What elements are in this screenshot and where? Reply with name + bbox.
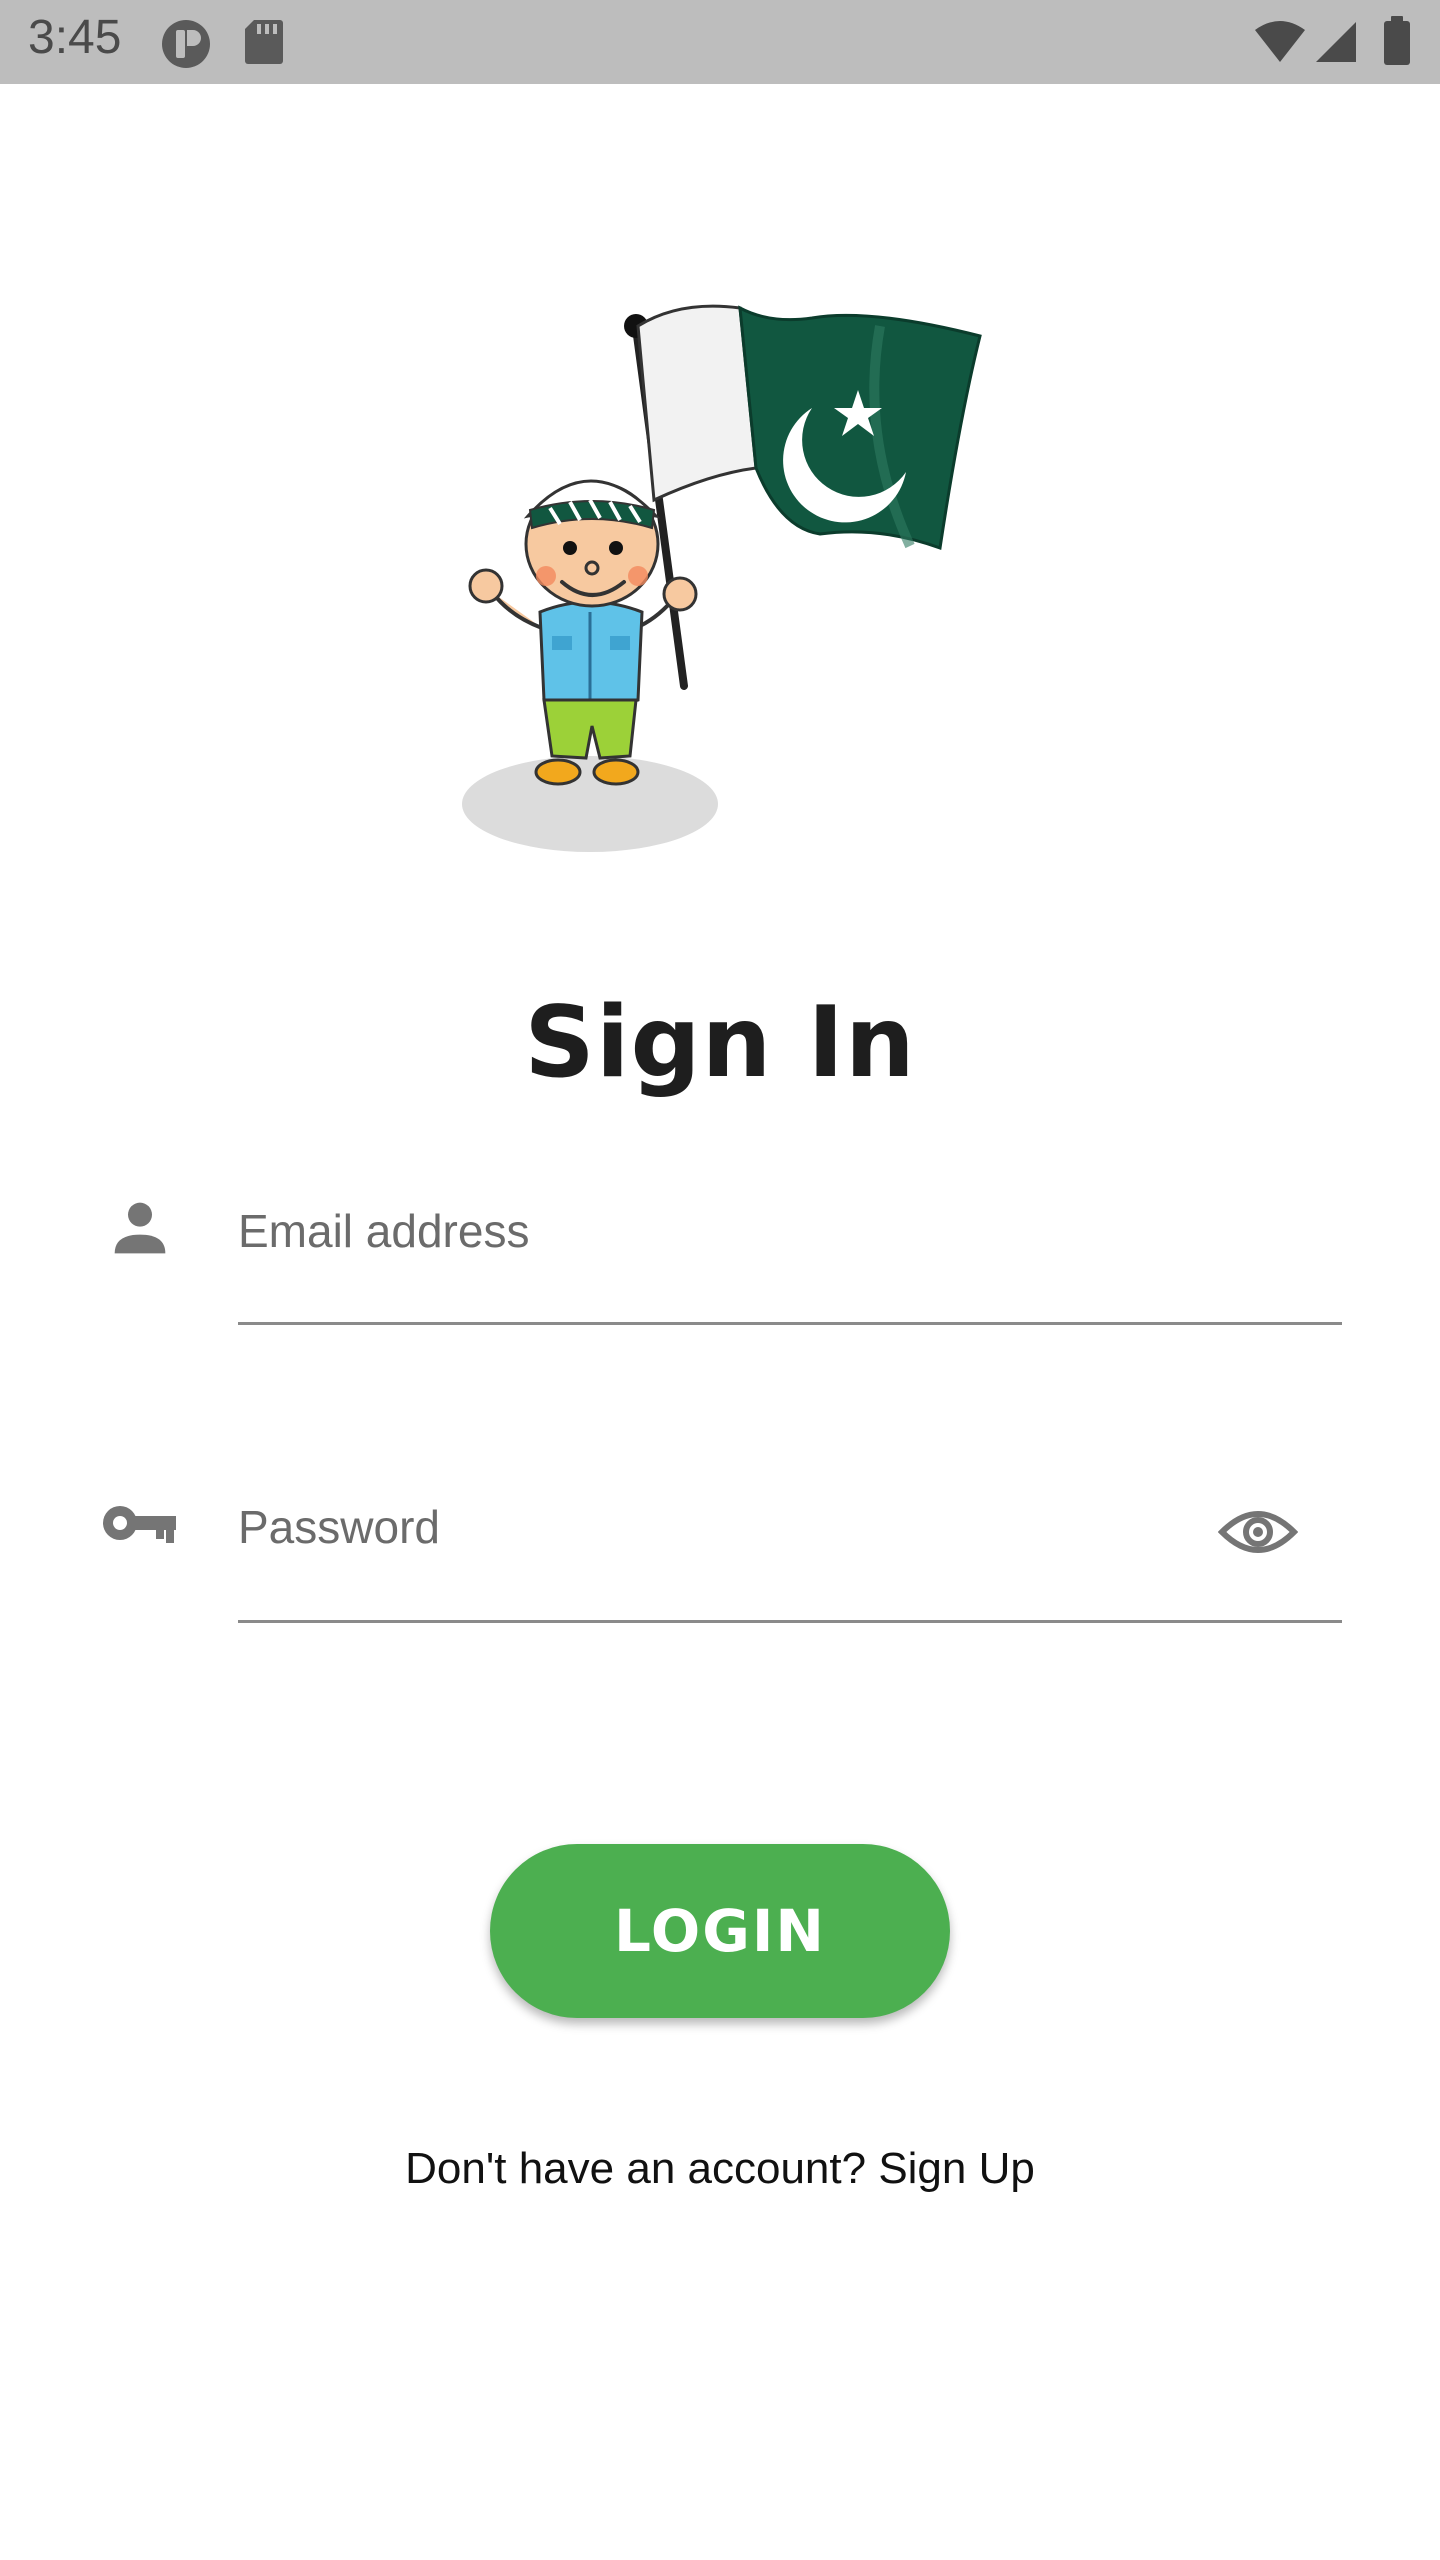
password-underline — [238, 1620, 1342, 1623]
battery-icon — [1384, 16, 1410, 65]
page-title: Sign In — [524, 986, 916, 1100]
email-underline — [238, 1322, 1342, 1325]
login-button[interactable]: LOGIN — [490, 1844, 950, 2018]
eye-icon[interactable] — [1218, 1502, 1298, 1562]
cell-signal-icon — [1316, 22, 1356, 62]
boy-with-flag-illustration — [462, 304, 982, 852]
password-field[interactable]: Password — [238, 1500, 1138, 1570]
email-field[interactable]: Email address — [238, 1204, 1318, 1274]
person-icon — [114, 1202, 166, 1254]
status-time: 3:45 — [28, 11, 122, 64]
sd-card-icon — [245, 20, 283, 64]
key-icon — [103, 1506, 176, 1543]
app-notification-icon — [162, 20, 210, 68]
wifi-icon — [1255, 21, 1305, 62]
sign-in-screen: Sign In Email address Password LOGIN Don… — [0, 84, 1440, 2560]
sign-up-link[interactable]: Don't have an account? Sign Up — [0, 2144, 1440, 2194]
status-bar: 3:45 — [0, 0, 1440, 84]
